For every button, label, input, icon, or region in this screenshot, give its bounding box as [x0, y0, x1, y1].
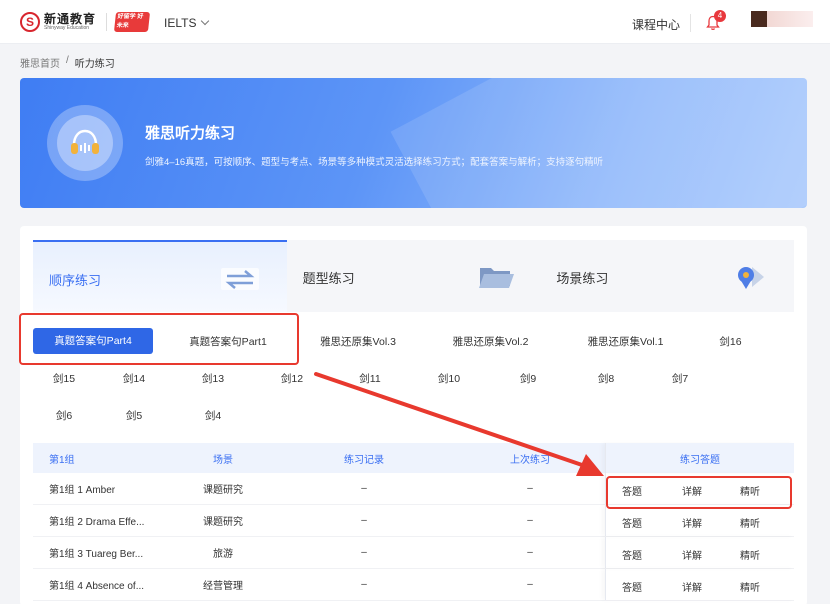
column-header-group: 第1组 [49, 454, 75, 466]
cell-scene: 旅游 [213, 549, 233, 560]
chip-cambridge-15[interactable]: 剑15 [33, 371, 95, 386]
answer-button[interactable]: 答题 [622, 515, 642, 530]
tab-sequential-practice[interactable]: 顺序练习 [33, 240, 287, 312]
chip-cambridge-8[interactable]: 剑8 [567, 371, 645, 386]
chevron-down-icon [201, 16, 210, 26]
chip-restore-vol3[interactable]: 雅思还原集Vol.3 [303, 334, 413, 349]
tab-label: 题型练习 [302, 271, 355, 286]
breadcrumb-separator: / [66, 55, 69, 66]
logo-en: Shinyway Education [44, 25, 90, 31]
cell-actions: 答题 详解 精听 [605, 537, 794, 568]
folder-icon [479, 268, 515, 288]
chip-cambridge-16[interactable]: 剑16 [683, 334, 778, 349]
logo-mark: S [20, 12, 40, 32]
highlight-box-chips [19, 313, 299, 365]
chip-cambridge-13[interactable]: 剑13 [173, 371, 253, 386]
page-description: 剑雅4–16真题，可按顺序、题型与考点、场景等多种模式灵活选择练习方式；配套答案… [145, 157, 604, 168]
answer-button[interactable]: 答题 [622, 547, 642, 562]
chip-cambridge-12[interactable]: 剑12 [253, 371, 331, 386]
cell-last-practice: – [527, 579, 533, 590]
tab-question-type-practice[interactable]: 题型练习 [286, 240, 541, 312]
cell-scene: 经营管理 [203, 581, 243, 592]
chip-restore-vol1[interactable]: 雅思还原集Vol.1 [568, 334, 683, 349]
column-header-scene: 场景 [213, 454, 233, 466]
cell-scene: 课题研究 [203, 485, 243, 496]
highlight-box-actions [606, 476, 792, 509]
page-banner: 雅思听力练习 剑雅4–16真题，可按顺序、题型与考点、场景等多种模式灵活选择练习… [20, 78, 807, 208]
headphones-icon [57, 115, 113, 171]
cell-exercise-name[interactable]: 第1组 4 Absence of... [33, 569, 173, 600]
location-pin-icon [738, 267, 765, 289]
tab-label: 顺序练习 [49, 273, 102, 288]
notification-count-badge: 4 [714, 10, 726, 22]
column-header-actions: 练习答题 [605, 443, 794, 473]
cell-record: – [361, 483, 367, 494]
exam-select-dropdown[interactable]: IELTS [164, 16, 210, 30]
practice-card: 顺序练习 题型练习 场景练习 真题答案句Part4 真题答案句Part1 雅思还… [20, 226, 807, 604]
cell-actions: 答题 详解 精听 [605, 569, 794, 600]
chip-cambridge-10[interactable]: 剑10 [409, 371, 489, 386]
cell-last-practice: – [527, 547, 533, 558]
cell-exercise-name[interactable]: 第1组 3 Tuareg Ber... [33, 537, 173, 568]
book-filter-row-2: 剑15 剑14 剑13 剑12 剑11 剑10 剑9 剑8 剑7 [33, 365, 715, 391]
page-title: 雅思听力练习 [145, 125, 236, 142]
cell-record: – [361, 547, 367, 558]
chip-cambridge-11[interactable]: 剑11 [331, 371, 409, 386]
book-filter-row-3: 剑6 剑5 剑4 [33, 402, 253, 428]
chip-cambridge-9[interactable]: 剑9 [489, 371, 567, 386]
chip-cambridge-7[interactable]: 剑7 [645, 371, 715, 386]
user-avatar[interactable] [751, 11, 813, 27]
top-navigation-bar: S 新通教育 Shinyway Education 好留学 好未来 IELTS … [0, 0, 830, 44]
intensive-listening-button[interactable]: 精听 [740, 547, 760, 562]
practice-mode-tabs: 顺序练习 题型练习 场景练习 [33, 240, 795, 312]
header-divider [690, 14, 691, 32]
logo-cn: 新通教育 [44, 12, 97, 26]
logo-text: 新通教育 Shinyway Education [44, 13, 96, 31]
cell-scene: 课题研究 [203, 517, 243, 528]
exercise-table: 第1组 场景 练习记录 上次练习 练习答题 第1组 1 Amber 课题研究 –… [33, 443, 794, 601]
course-center-link[interactable]: 课程中心 [632, 16, 680, 33]
cell-exercise-name[interactable]: 第1组 1 Amber [33, 473, 173, 504]
table-row: 第1组 3 Tuareg Ber... 旅游 – – 答题 详解 精听 [33, 537, 794, 569]
cell-record: – [361, 579, 367, 590]
detail-button[interactable]: 详解 [682, 547, 702, 562]
answer-button[interactable]: 答题 [622, 579, 642, 594]
brand-badge: 好留学 好未来 [113, 12, 151, 32]
chip-cambridge-5[interactable]: 剑5 [95, 408, 173, 423]
swap-arrows-icon [220, 268, 259, 290]
chip-restore-vol2[interactable]: 雅思还原集Vol.2 [413, 334, 568, 349]
cell-last-practice: – [527, 483, 533, 494]
logo[interactable]: S 新通教育 Shinyway Education 好留学 好未来 [20, 11, 151, 33]
breadcrumb-current: 听力练习 [74, 59, 115, 70]
logo-divider [106, 13, 108, 31]
cell-record: – [361, 515, 367, 526]
intensive-listening-button[interactable]: 精听 [740, 579, 760, 594]
detail-button[interactable]: 详解 [682, 515, 702, 530]
tab-label: 场景练习 [556, 271, 609, 286]
table-row: 第1组 4 Absence of... 经营管理 – – 答题 详解 精听 [33, 569, 794, 601]
chip-cambridge-14[interactable]: 剑14 [95, 371, 173, 386]
column-header-record: 练习记录 [344, 454, 384, 466]
chip-cambridge-4[interactable]: 剑4 [173, 408, 253, 423]
tab-scene-practice[interactable]: 场景练习 [540, 240, 795, 312]
column-header-last-practice: 上次练习 [510, 454, 550, 466]
table-header: 第1组 场景 练习记录 上次练习 练习答题 [33, 443, 794, 473]
intensive-listening-button[interactable]: 精听 [740, 515, 760, 530]
cell-last-practice: – [527, 515, 533, 526]
table-row: 第1组 2 Drama Effe... 课题研究 – – 答题 详解 精听 [33, 505, 794, 537]
detail-button[interactable]: 详解 [682, 579, 702, 594]
breadcrumb-home-link[interactable]: 雅思首页 [20, 55, 60, 70]
breadcrumb: 雅思首页 / 听力练习 [20, 55, 115, 70]
exam-select-label: IELTS [164, 16, 197, 30]
cell-exercise-name[interactable]: 第1组 2 Drama Effe... [33, 505, 173, 536]
banner-icon-circle [47, 105, 123, 181]
chip-cambridge-6[interactable]: 剑6 [33, 408, 95, 423]
cell-actions: 答题 详解 精听 [605, 505, 794, 536]
